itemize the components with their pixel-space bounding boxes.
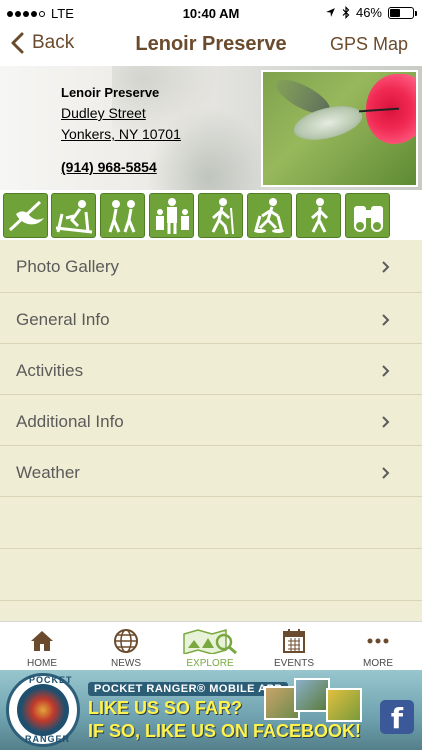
- tab-label: EVENTS: [273, 658, 314, 669]
- menu-item-weather[interactable]: Weather: [0, 446, 422, 497]
- menu-item-label: Activities: [16, 361, 84, 380]
- city-address-link[interactable]: Yonkers, NY 10701: [61, 124, 181, 145]
- ad-subheadline: IF SO, LIKE US ON FACEBOOK!: [88, 721, 362, 741]
- pocket-ranger-logo: POCKET RANGER: [6, 673, 80, 747]
- snowshoeing-icon[interactable]: [247, 193, 292, 238]
- bird-watching-icon[interactable]: [3, 193, 48, 238]
- hummingbird-photo: [261, 70, 418, 187]
- activity-icons-row: [0, 190, 422, 240]
- facebook-icon: f: [380, 700, 414, 735]
- globe-icon: [114, 629, 138, 653]
- tab-bar: HOME NEWS EXPLORE EVENTS MORE: [0, 621, 422, 670]
- bluetooth-icon: [342, 6, 350, 19]
- tab-home[interactable]: HOME: [0, 628, 84, 669]
- chevron-right-icon: [382, 261, 390, 273]
- calendar-icon: [283, 629, 305, 653]
- tab-more[interactable]: MORE: [336, 628, 420, 669]
- detail-menu: Photo Gallery General Info Activities Ad…: [0, 240, 422, 601]
- back-label: Back: [32, 32, 75, 53]
- tab-label: HOME: [27, 658, 57, 669]
- street-address-link[interactable]: Dudley Street: [61, 103, 181, 124]
- battery-icon: [388, 6, 417, 19]
- ad-tagline: POCKET RANGER® MOBILE APP: [88, 682, 289, 696]
- explore-map-icon: [183, 629, 237, 654]
- tab-label: NEWS: [111, 658, 141, 669]
- chevron-left-icon: [11, 32, 24, 54]
- tab-events[interactable]: EVENTS: [252, 628, 336, 669]
- location-arrow-icon: [326, 8, 335, 17]
- ad-photos: [264, 678, 364, 724]
- ad-headline: LIKE US SO FAR?: [88, 698, 243, 718]
- menu-item-label: Weather: [16, 463, 80, 482]
- cross-country-skiing-icon[interactable]: [51, 193, 96, 238]
- tab-label: MORE: [363, 658, 393, 669]
- menu-item-label: Additional Info: [16, 412, 124, 431]
- battery-percent: 46%: [355, 5, 382, 20]
- logo-text-top: POCKET: [29, 675, 73, 685]
- menu-item-label: Photo Gallery: [16, 257, 119, 276]
- menu-item-general-info[interactable]: General Info: [0, 293, 422, 344]
- walking-icon[interactable]: [296, 193, 341, 238]
- menu-item-label: General Info: [16, 310, 110, 329]
- binoculars-icon[interactable]: [345, 193, 390, 238]
- park-name: Lenoir Preserve: [61, 85, 160, 100]
- home-icon: [31, 631, 53, 651]
- empty-row: [0, 497, 422, 549]
- chevron-right-icon: [382, 365, 390, 377]
- empty-row: [0, 549, 422, 601]
- park-header: Lenoir Preserve Dudley Street Yonkers, N…: [0, 66, 422, 190]
- chevron-right-icon: [382, 314, 390, 326]
- back-button[interactable]: Back: [10, 32, 74, 54]
- contact-info: Lenoir Preserve Dudley Street Yonkers, N…: [61, 82, 181, 178]
- family-icon[interactable]: [149, 193, 194, 238]
- chevron-right-icon: [382, 416, 390, 428]
- hiking-icon[interactable]: [198, 193, 243, 238]
- gps-map-button[interactable]: GPS Map: [330, 34, 408, 55]
- tab-label: EXPLORE: [186, 658, 234, 669]
- menu-item-additional-info[interactable]: Additional Info: [0, 395, 422, 446]
- menu-item-activities[interactable]: Activities: [0, 344, 422, 395]
- menu-item-photo-gallery[interactable]: Photo Gallery: [0, 240, 422, 293]
- tab-explore[interactable]: EXPLORE: [168, 628, 252, 669]
- hiking-group-icon[interactable]: [100, 193, 145, 238]
- navigation-bar: Back Lenoir Preserve GPS Map: [0, 28, 422, 66]
- status-bar: LTE 10:40 AM 46%: [0, 0, 422, 28]
- more-icon: [367, 638, 389, 644]
- chevron-right-icon: [382, 467, 390, 479]
- phone-link[interactable]: (914) 968-5854: [61, 157, 181, 178]
- tab-news[interactable]: NEWS: [84, 628, 168, 669]
- logo-text-bottom: RANGER: [25, 734, 71, 744]
- facebook-ad-banner[interactable]: POCKET RANGER POCKET RANGER® MOBILE APP …: [0, 670, 422, 750]
